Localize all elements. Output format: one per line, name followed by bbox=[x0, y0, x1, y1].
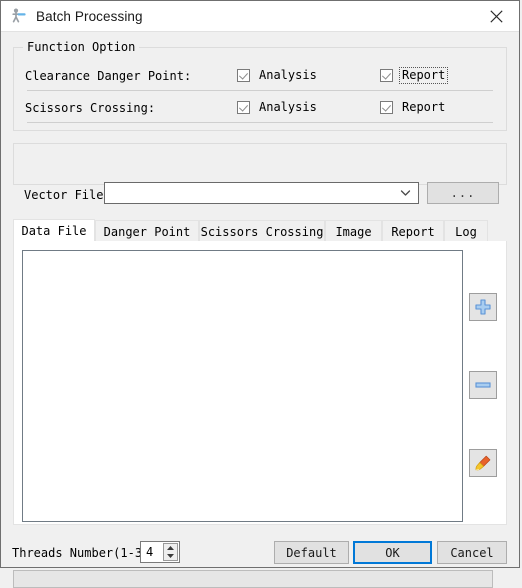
scissors-report-label: Report bbox=[402, 100, 446, 114]
scissors-crossing-label: Scissors Crossing: bbox=[25, 101, 156, 115]
cancel-button[interactable]: Cancel bbox=[437, 541, 507, 564]
option-row-clearance-danger-point: Clearance Danger Point: Analysis Report bbox=[14, 62, 506, 91]
checkbox-box bbox=[380, 69, 393, 82]
scissors-report-checkbox[interactable]: Report bbox=[380, 99, 447, 116]
vector-file-group bbox=[13, 143, 507, 185]
spinner-down-button[interactable] bbox=[164, 552, 177, 560]
minus-icon bbox=[473, 375, 493, 395]
tab-scissors-crossing[interactable]: Scissors Crossing bbox=[199, 220, 325, 242]
vector-file-label: Vector File: bbox=[24, 188, 111, 202]
checkbox-box bbox=[237, 69, 250, 82]
option-row-divider bbox=[27, 90, 493, 91]
tab-label: Danger Point bbox=[103, 224, 191, 239]
spinner-buttons bbox=[163, 543, 178, 561]
default-button-label: Default bbox=[286, 545, 337, 560]
threads-number-value: 4 bbox=[146, 545, 154, 559]
scissors-analysis-checkbox[interactable]: Analysis bbox=[237, 99, 319, 116]
brush-icon bbox=[473, 453, 493, 473]
browse-button-label: ... bbox=[450, 186, 476, 200]
progress-bar bbox=[13, 570, 493, 588]
remove-file-button[interactable] bbox=[469, 371, 497, 399]
checkbox-box bbox=[237, 101, 250, 114]
tab-label: Data File bbox=[21, 224, 87, 238]
tab-danger-point[interactable]: Danger Point bbox=[95, 220, 199, 242]
option-row-divider bbox=[27, 122, 493, 123]
clearance-analysis-label: Analysis bbox=[259, 68, 317, 82]
ok-button[interactable]: OK bbox=[353, 541, 432, 564]
tab-data-file[interactable]: Data File bbox=[13, 219, 95, 242]
data-file-list[interactable] bbox=[22, 250, 463, 522]
clearance-report-checkbox[interactable]: Report bbox=[380, 67, 449, 84]
scissors-analysis-label: Analysis bbox=[259, 100, 317, 114]
tab-label: Scissors Crossing bbox=[200, 224, 324, 239]
default-button[interactable]: Default bbox=[274, 541, 349, 564]
option-row-scissors-crossing: Scissors Crossing: Analysis Report bbox=[14, 94, 506, 123]
spinner-up-button[interactable] bbox=[164, 544, 177, 552]
threads-number-label: Threads Number(1-32) bbox=[12, 546, 157, 560]
cancel-button-label: Cancel bbox=[450, 545, 494, 560]
window-title: Batch Processing bbox=[36, 8, 143, 24]
browse-vector-file-button[interactable]: ... bbox=[427, 182, 499, 204]
ok-button-label: OK bbox=[385, 545, 400, 560]
batch-processing-dialog: Batch Processing Function Option Clearan… bbox=[0, 0, 520, 588]
threads-number-spinner[interactable]: 4 bbox=[140, 541, 180, 563]
app-runner-icon bbox=[9, 7, 27, 25]
clearance-report-label: Report bbox=[398, 67, 449, 84]
tab-strip: Data File Danger Point Scissors Crossing… bbox=[13, 219, 507, 242]
checkbox-box bbox=[380, 101, 393, 114]
tab-label: Log bbox=[455, 224, 477, 239]
clearance-danger-point-label: Clearance Danger Point: bbox=[25, 69, 192, 83]
tab-report[interactable]: Report bbox=[382, 220, 444, 242]
title-bar: Batch Processing bbox=[1, 1, 519, 31]
chevron-down-icon[interactable] bbox=[399, 187, 412, 200]
tab-log[interactable]: Log bbox=[444, 220, 488, 242]
function-option-group: Function Option Clearance Danger Point: … bbox=[13, 41, 507, 131]
add-file-button[interactable] bbox=[469, 293, 497, 321]
function-option-legend: Function Option bbox=[23, 41, 140, 53]
tab-label: Image bbox=[335, 224, 372, 239]
clearance-analysis-checkbox[interactable]: Analysis bbox=[237, 67, 319, 84]
clear-list-button[interactable] bbox=[469, 449, 497, 477]
close-icon[interactable] bbox=[473, 1, 519, 31]
plus-icon bbox=[473, 297, 493, 317]
tab-label: Report bbox=[391, 224, 435, 239]
dialog-body: Function Option Clearance Danger Point: … bbox=[1, 32, 519, 588]
tab-image[interactable]: Image bbox=[325, 220, 382, 242]
vector-file-combobox[interactable] bbox=[104, 182, 419, 204]
